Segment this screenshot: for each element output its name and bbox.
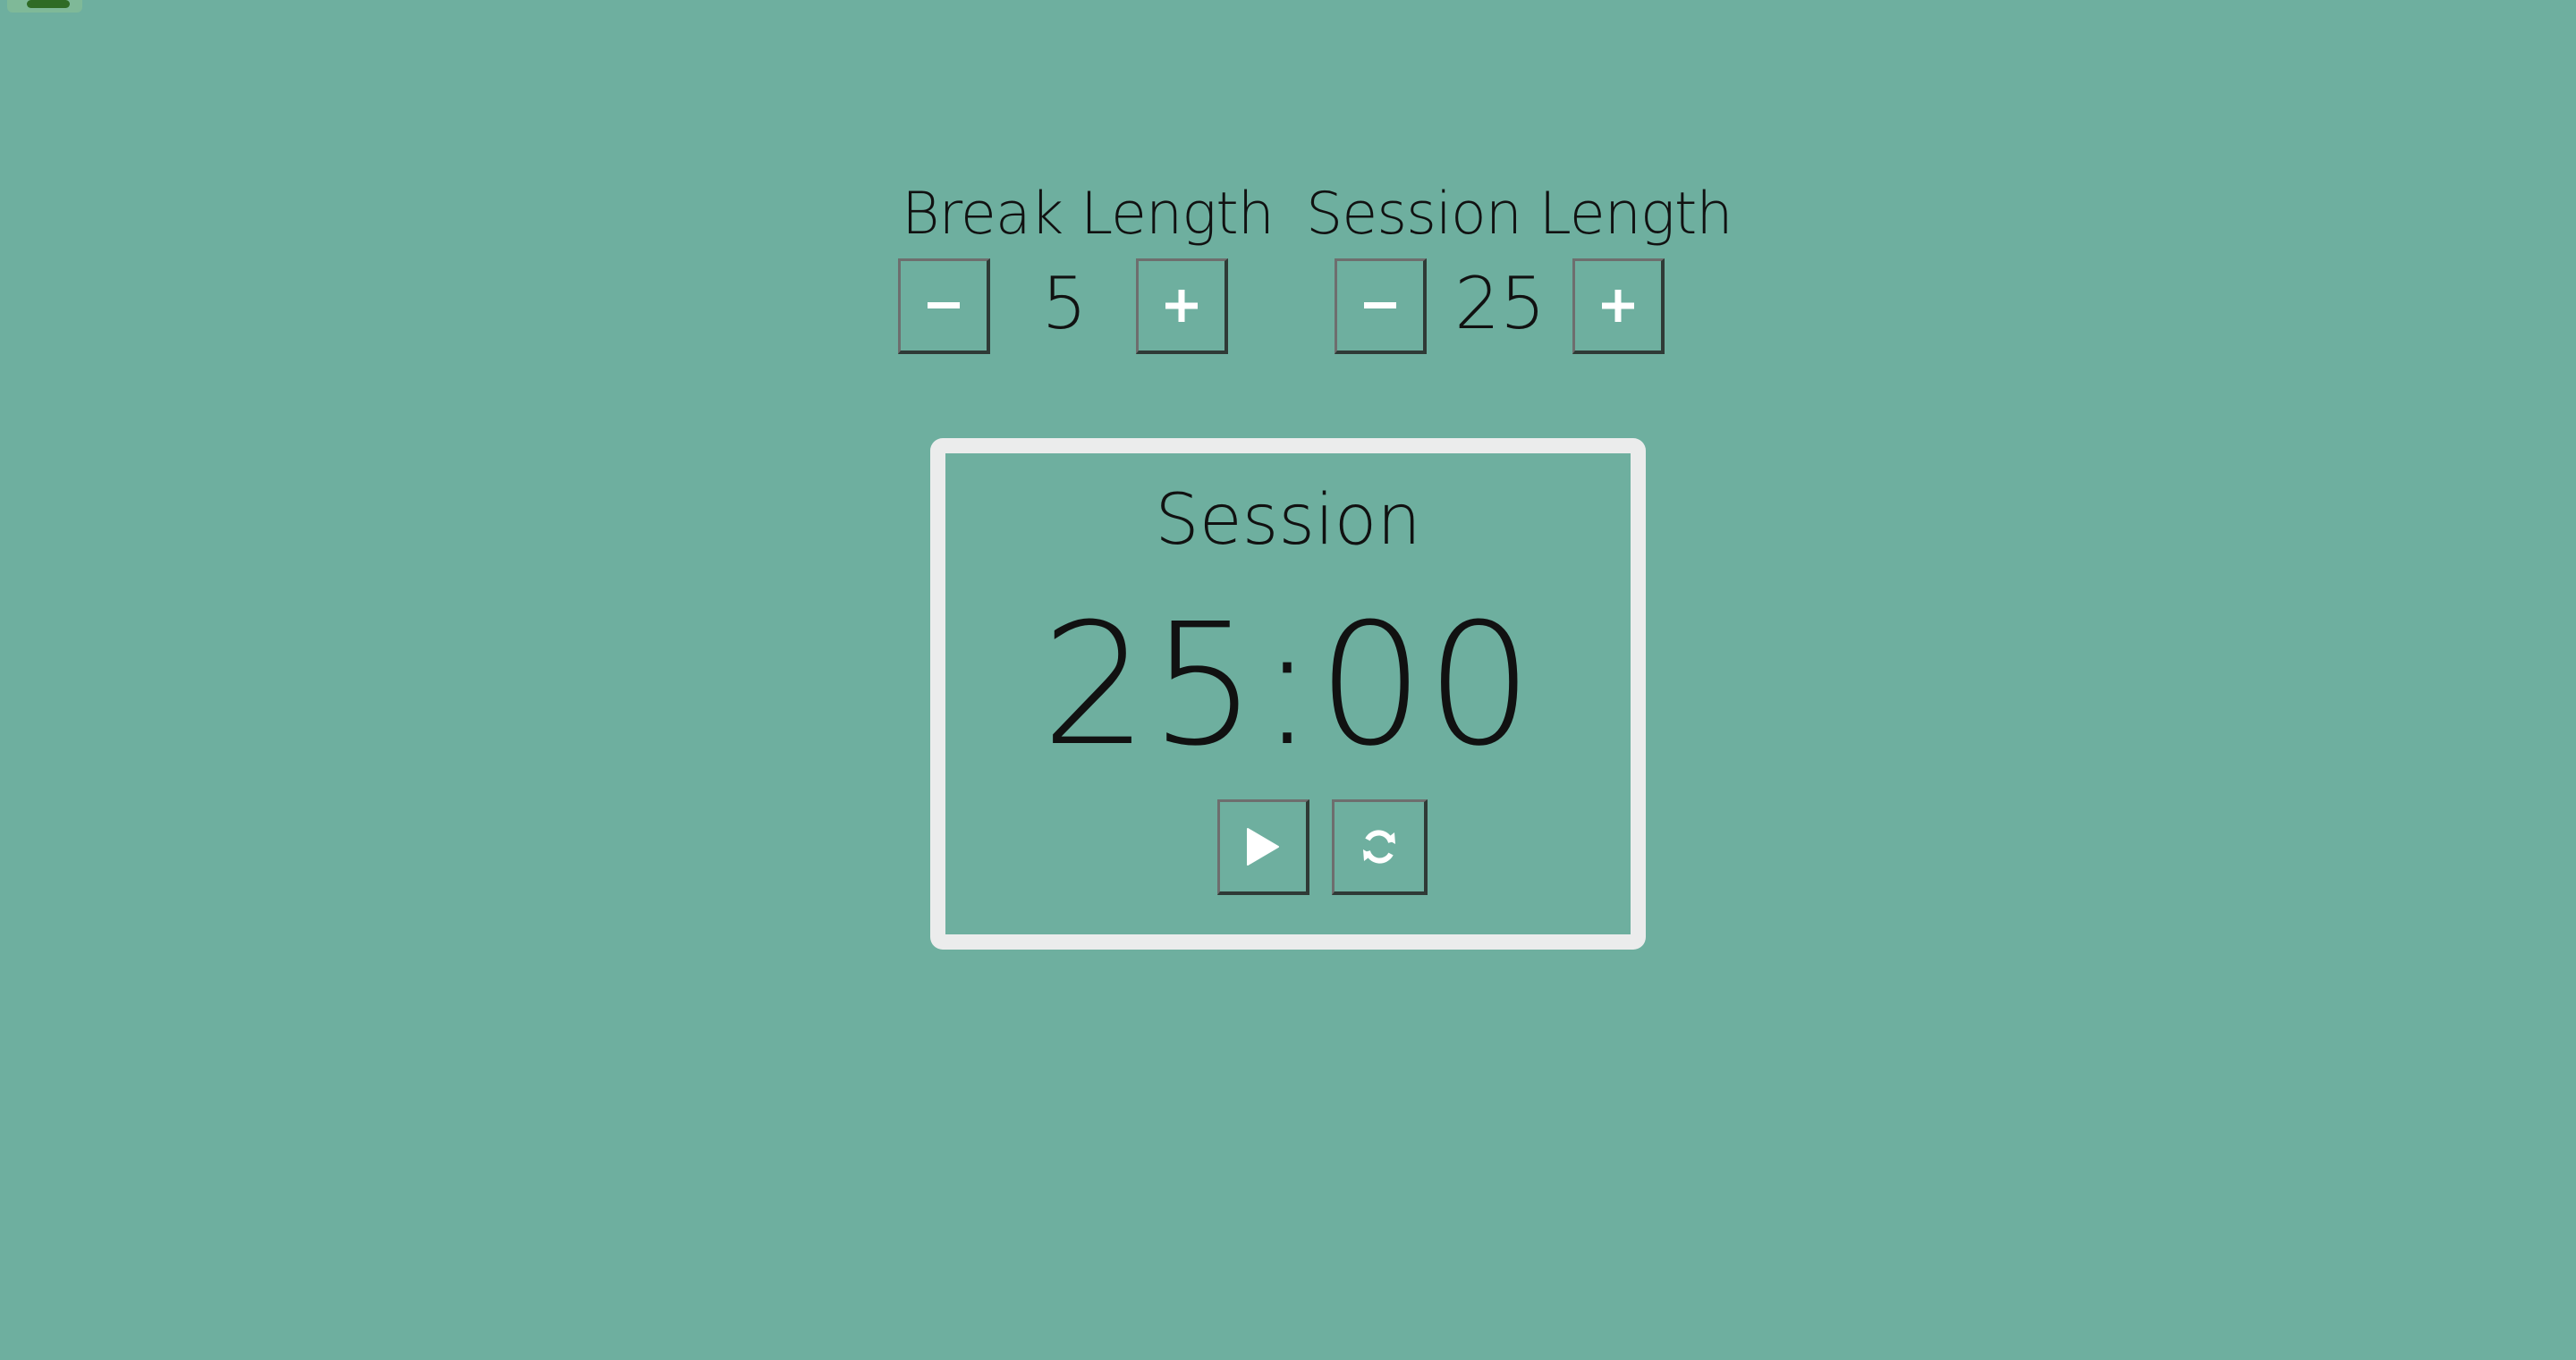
break-length-label: Break Length [902,181,1275,248]
session-decrement-button[interactable] [1335,258,1427,354]
reset-button[interactable] [1332,799,1428,895]
timer-panel: Session 25:00 [930,438,1646,950]
plus-icon [1165,290,1198,322]
start-stop-button[interactable] [1217,799,1309,895]
timer-label: Session [1155,480,1421,561]
time-left: 25:00 [1041,587,1535,783]
break-decrement-button[interactable] [898,258,990,354]
plus-icon [1602,290,1634,322]
session-length-value: 25 [1454,262,1546,345]
minus-icon [1364,302,1396,308]
session-increment-button[interactable] [1572,258,1665,354]
break-length-value: 5 [1041,262,1088,345]
minus-icon [928,302,960,308]
play-icon [1247,828,1279,866]
break-increment-button[interactable] [1136,258,1228,354]
refresh-icon [1363,830,1395,864]
session-length-label: Session Length [1306,181,1733,248]
corner-badge-bar [27,0,70,8]
corner-badge[interactable] [7,0,82,13]
